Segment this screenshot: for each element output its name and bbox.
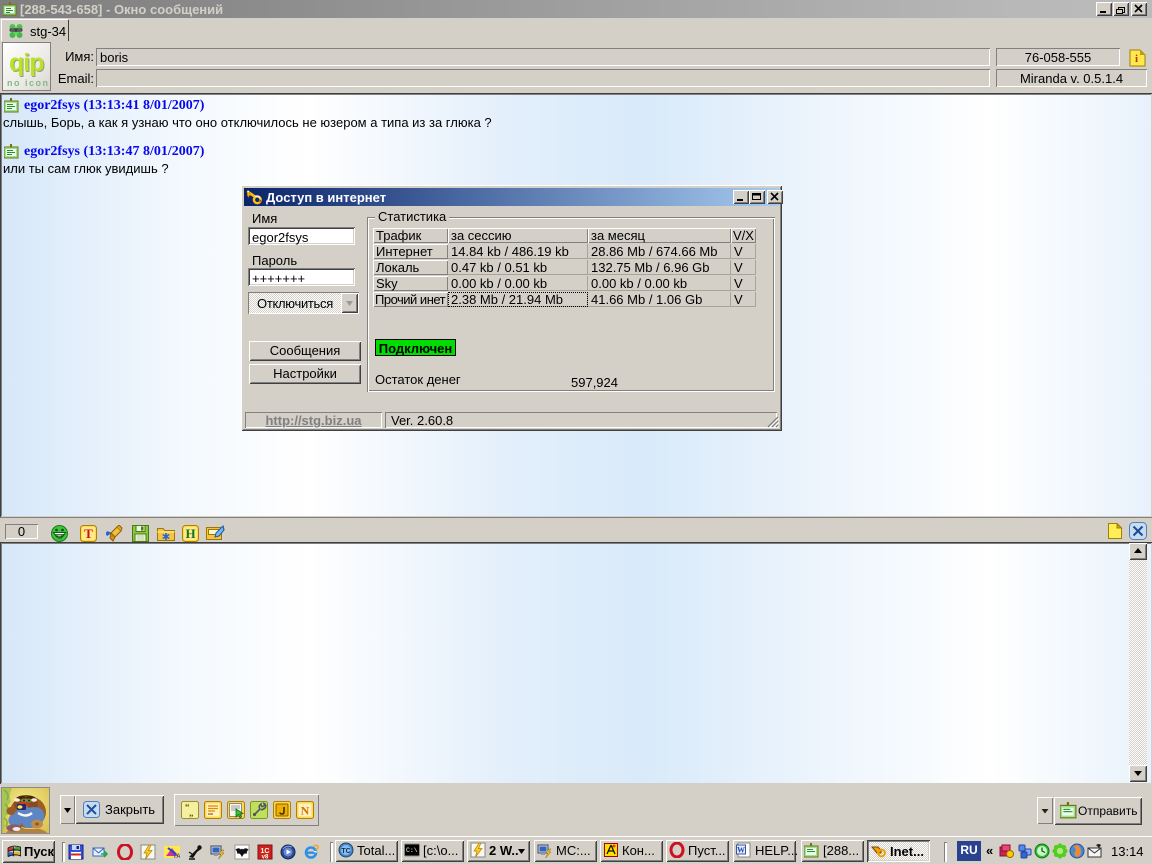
svg-text:H: H (185, 526, 195, 541)
svg-text:C:\: C:\ (406, 847, 418, 854)
svg-text:ТА: ТА (173, 854, 180, 860)
svg-text:TC: TC (341, 848, 350, 855)
svg-text:„: „ (189, 808, 194, 818)
svg-text:i: i (1135, 53, 1138, 65)
svg-text:W: W (737, 846, 745, 855)
svg-text:v8: v8 (262, 855, 269, 861)
svg-text:N: N (301, 804, 310, 818)
svg-text:T: T (84, 526, 93, 541)
